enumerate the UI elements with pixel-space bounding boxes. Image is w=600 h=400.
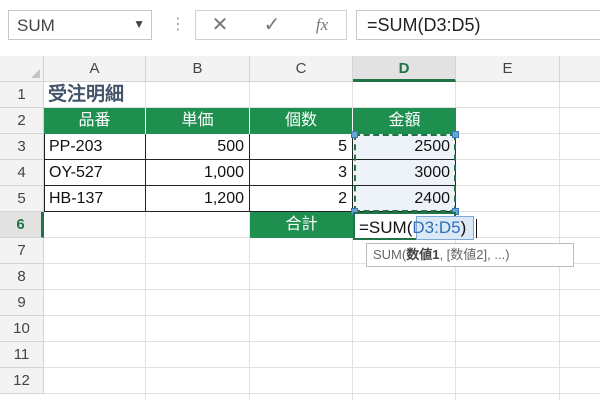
- column-header-a[interactable]: A: [44, 56, 146, 82]
- column-header-e[interactable]: E: [456, 56, 560, 82]
- row-header-5[interactable]: 5: [0, 186, 44, 212]
- row-header-7[interactable]: 7: [0, 238, 44, 264]
- cell-c3[interactable]: 5: [250, 134, 353, 160]
- enter-icon[interactable]: ✓: [250, 13, 294, 37]
- select-all-corner[interactable]: [0, 56, 44, 82]
- formula-bar: SUM ▼ ⋮ ✕ ✓ fx =SUM(D3:D5): [0, 0, 600, 56]
- column-header-c[interactable]: C: [250, 56, 353, 82]
- row-header-4[interactable]: 4: [0, 160, 44, 186]
- gridline: [44, 367, 600, 368]
- drag-handle-icon[interactable]: ⋮: [170, 14, 186, 34]
- row-header-9[interactable]: 9: [0, 290, 44, 316]
- formula-input[interactable]: =SUM(D3:D5): [356, 10, 600, 40]
- name-box-value: SUM: [17, 16, 55, 35]
- formula-range-ref[interactable]: D3:D5: [412, 218, 460, 237]
- column-header-f[interactable]: [560, 56, 600, 82]
- cell-b5[interactable]: 1,200: [146, 186, 250, 212]
- formula-suffix: ): [460, 218, 467, 237]
- cell-a4[interactable]: OY-527: [44, 160, 146, 186]
- cell-c2-header[interactable]: 個数: [250, 108, 353, 134]
- worksheet-grid: A B C D E 1 2 3 4 5 6 7 8 9 10 11 12 受注明…: [0, 56, 600, 400]
- cell-c6-total-label[interactable]: 合計: [250, 212, 353, 238]
- row-header-3[interactable]: 3: [0, 134, 44, 160]
- select-all-icon: [31, 69, 40, 78]
- resize-handle[interactable]: [351, 131, 358, 138]
- cell-c5[interactable]: 2: [250, 186, 353, 212]
- row-header-10[interactable]: 10: [0, 316, 44, 342]
- cell-a1-title[interactable]: 受注明細: [44, 82, 244, 108]
- text-caret: [476, 219, 477, 238]
- cancel-icon[interactable]: ✕: [198, 13, 242, 37]
- cell-b4[interactable]: 1,000: [146, 160, 250, 186]
- row-header-12[interactable]: 12: [0, 368, 44, 394]
- resize-handle[interactable]: [452, 131, 459, 138]
- cell-edit-formula[interactable]: =SUM(D3:D5): [359, 215, 466, 240]
- formula-buttons: ✕ ✓ fx: [195, 10, 347, 40]
- column-header-d[interactable]: D: [353, 56, 456, 82]
- gridline: [44, 289, 600, 290]
- tooltip-rest: , [数値2], ...): [439, 247, 510, 262]
- function-tooltip: SUM(数値1, [数値2], ...): [366, 243, 574, 267]
- formula-prefix: =SUM(: [359, 218, 413, 237]
- gridline: [44, 341, 600, 342]
- row-header-6[interactable]: 6: [0, 212, 44, 238]
- tooltip-current-arg[interactable]: 数値1: [406, 247, 439, 262]
- formula-text: =SUM(D3:D5): [367, 15, 481, 35]
- cell-c4[interactable]: 3: [250, 160, 353, 186]
- gridline: [559, 82, 560, 400]
- row-header-8[interactable]: 8: [0, 264, 44, 290]
- cell-a3[interactable]: PP-203: [44, 134, 146, 160]
- name-box[interactable]: SUM ▼: [8, 10, 152, 40]
- cell-a5[interactable]: HB-137: [44, 186, 146, 212]
- range-reference-outline: [354, 134, 456, 212]
- insert-function-icon[interactable]: fx: [300, 13, 344, 37]
- chevron-down-icon[interactable]: ▼: [133, 17, 145, 31]
- column-header-b[interactable]: B: [146, 56, 250, 82]
- cell-a2-header[interactable]: 品番: [44, 108, 146, 134]
- row-header-1[interactable]: 1: [0, 82, 44, 108]
- cell-b3[interactable]: 500: [146, 134, 250, 160]
- gridline: [44, 315, 600, 316]
- cell-d2-header[interactable]: 金額: [353, 108, 456, 134]
- tooltip-fn[interactable]: SUM(: [373, 247, 406, 262]
- gridline: [44, 393, 600, 394]
- row-header-11[interactable]: 11: [0, 342, 44, 368]
- cell-b2-header[interactable]: 単価: [146, 108, 250, 134]
- row-header-2[interactable]: 2: [0, 108, 44, 134]
